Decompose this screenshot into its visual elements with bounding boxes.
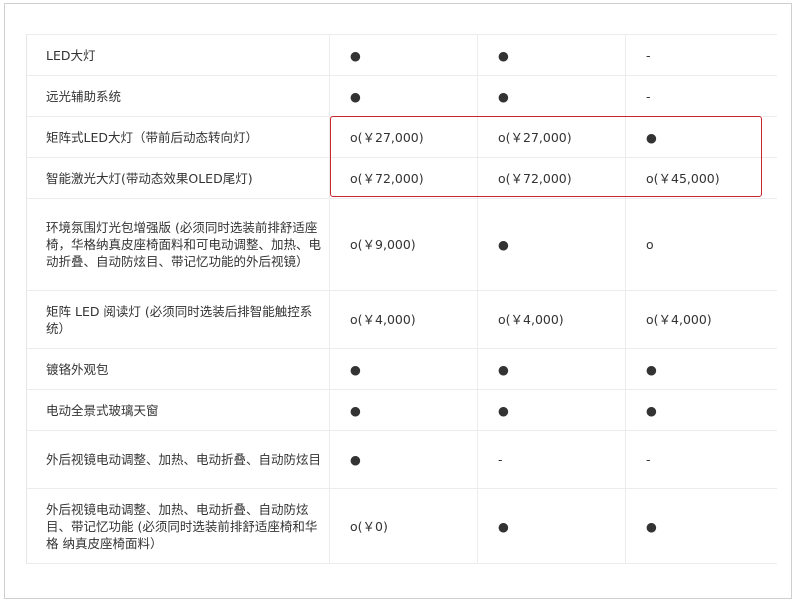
table-row: 外后视镜电动调整、加热、电动折叠、自动防炫目 ● - -	[26, 430, 777, 489]
feature-name: 镀铬外观包	[26, 348, 330, 390]
table-row: 矩阵式LED大灯（带前后动态转向灯） o(￥27,000) o(￥27,000) ●	[26, 116, 777, 158]
feature-name: 外后视镜电动调整、加热、电动折叠、自动防炫目、带记忆功能 (必须同时选装前排舒适…	[26, 488, 330, 564]
trim-3-value: ●	[625, 389, 777, 431]
trim-3-value: -	[625, 430, 777, 489]
table-row: 外后视镜电动调整、加热、电动折叠、自动防炫目、带记忆功能 (必须同时选装前排舒适…	[26, 488, 777, 564]
trim-1-value: ●	[329, 34, 478, 76]
feature-name: 外后视镜电动调整、加热、电动折叠、自动防炫目	[26, 430, 330, 489]
table-row: 矩阵 LED 阅读灯 (必须同时选装后排智能触控系统） o(￥4,000) o(￥4…	[26, 290, 777, 349]
feature-name: 矩阵 LED 阅读灯 (必须同时选装后排智能触控系统）	[26, 290, 330, 349]
config-comparison-table: LED大灯 ● ● - 远光辅助系统 ● ● - 矩阵式LED大灯（带前后动态转向灯） o(￥27…	[26, 34, 777, 564]
trim-2-value: o(￥4,000)	[477, 290, 626, 349]
trim-3-value: ●	[625, 348, 777, 390]
trim-1-value: ●	[329, 75, 478, 117]
feature-name: LED大灯	[26, 34, 330, 76]
feature-name: 远光辅助系统	[26, 75, 330, 117]
trim-3-value: o(￥45,000)	[625, 157, 777, 199]
trim-3-value: ●	[625, 116, 777, 158]
trim-2-value: ●	[477, 75, 626, 117]
feature-name: 电动全景式玻璃天窗	[26, 389, 330, 431]
trim-2-value: o(￥27,000)	[477, 116, 626, 158]
feature-name: 智能激光大灯(带动态效果OLED尾灯)	[26, 157, 330, 199]
trim-3-value: o(￥4,000)	[625, 290, 777, 349]
table-row: 智能激光大灯(带动态效果OLED尾灯) o(￥72,000) o(￥72,000) o…	[26, 157, 777, 199]
trim-1-value: ●	[329, 430, 478, 489]
trim-2-value: ●	[477, 198, 626, 291]
trim-2-value: ●	[477, 348, 626, 390]
table-row: 环境氛围灯光包增强版 (必须同时选装前排舒适座椅，华格纳真皮座椅面料和可电动调整…	[26, 198, 777, 291]
trim-3-value: ●	[625, 488, 777, 564]
trim-2-value: -	[477, 430, 626, 489]
trim-2-value: ●	[477, 488, 626, 564]
table-row: LED大灯 ● ● -	[26, 34, 777, 76]
trim-2-value: o(￥72,000)	[477, 157, 626, 199]
trim-1-value: ●	[329, 389, 478, 431]
trim-2-value: ●	[477, 34, 626, 76]
trim-1-value: o(￥72,000)	[329, 157, 478, 199]
table-row: 远光辅助系统 ● ● -	[26, 75, 777, 117]
table-row: 电动全景式玻璃天窗 ● ● ●	[26, 389, 777, 431]
trim-2-value: ●	[477, 389, 626, 431]
feature-name: 环境氛围灯光包增强版 (必须同时选装前排舒适座椅，华格纳真皮座椅面料和可电动调整…	[26, 198, 330, 291]
table-row: 镀铬外观包 ● ● ●	[26, 348, 777, 390]
trim-3-value: -	[625, 75, 777, 117]
trim-1-value: o(￥27,000)	[329, 116, 478, 158]
trim-3-value: -	[625, 34, 777, 76]
trim-3-value: o	[625, 198, 777, 291]
feature-name: 矩阵式LED大灯（带前后动态转向灯）	[26, 116, 330, 158]
trim-1-value: o(￥4,000)	[329, 290, 478, 349]
trim-1-value: o(￥0)	[329, 488, 478, 564]
trim-1-value: o(￥9,000)	[329, 198, 478, 291]
trim-1-value: ●	[329, 348, 478, 390]
